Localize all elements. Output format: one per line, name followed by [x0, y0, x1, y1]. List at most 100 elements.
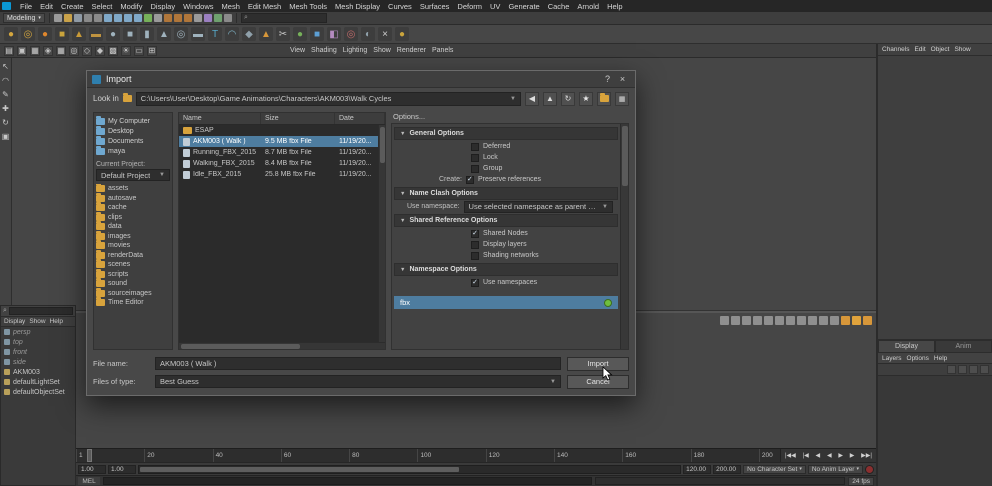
single-pane-layout-icon[interactable]: ▭	[134, 46, 144, 56]
polygon-torus-icon[interactable]: ◎	[174, 27, 188, 41]
namespace-dropdown[interactable]: Use selected namespace as parent and...▼	[464, 201, 613, 213]
polygon-cylinder-icon[interactable]: ▮	[140, 27, 154, 41]
lock-camera-icon[interactable]	[731, 316, 740, 325]
shadows-icon[interactable]	[852, 316, 861, 325]
status-search-field[interactable]: ⌕	[241, 13, 327, 23]
menu-edit-mesh[interactable]: Edit Mesh	[244, 2, 285, 11]
file-row-idle-fbx-2015[interactable]: Idle_FBX_201525.8 MB fbx File11/19/20...	[179, 169, 385, 180]
paint-selection-tool-icon[interactable]: ✎	[1, 90, 10, 99]
layer-tab-anim[interactable]: Anim	[935, 340, 992, 353]
menu-select[interactable]: Select	[88, 2, 117, 11]
option-preserve-references[interactable]: Create:✓Preserve references	[393, 174, 619, 185]
fps-indicator[interactable]: 24 fps	[848, 477, 874, 486]
column-header-size[interactable]: Size	[261, 113, 335, 124]
channel-box-menu-channels[interactable]: Channels	[882, 46, 909, 53]
file-row-esap[interactable]: ESAP	[179, 125, 385, 136]
select-by-component-icon[interactable]: ▦	[30, 46, 40, 56]
snap-to-grid-icon[interactable]	[104, 14, 112, 22]
checkbox-icon[interactable]	[471, 143, 479, 151]
section-header-namespace-options[interactable]: ▼Namespace Options	[394, 263, 618, 276]
project-folder-sourceimages[interactable]: sourceimages	[96, 289, 170, 299]
file-name-input[interactable]: AKM003 ( Walk )	[155, 357, 561, 370]
bevel-icon[interactable]: ◆	[242, 27, 256, 41]
animation-end-field[interactable]: 200.00	[713, 465, 741, 474]
menu-surfaces[interactable]: Surfaces	[416, 2, 454, 11]
option-display-layers[interactable]: Display layers	[393, 239, 619, 250]
toolbox-toggle-icon[interactable]	[224, 14, 232, 22]
render-settings-icon[interactable]	[194, 14, 202, 22]
back-button[interactable]: ◀	[525, 92, 539, 106]
menu-edit[interactable]: Edit	[36, 2, 57, 11]
nurbs-torus-icon[interactable]: ◎	[21, 27, 35, 41]
camera-attributes-icon[interactable]	[742, 316, 751, 325]
move-layer-down-icon[interactable]	[958, 365, 967, 374]
section-header-general-options[interactable]: ▼General Options	[394, 127, 618, 140]
multi-cut-icon[interactable]: ✂	[276, 27, 290, 41]
resolution-gate-icon[interactable]	[808, 316, 817, 325]
layer-menu-layers[interactable]: Layers	[882, 355, 902, 362]
select-tool-icon[interactable]: ↖	[1, 62, 10, 71]
menu-mesh-display[interactable]: Mesh Display	[331, 2, 384, 11]
command-language-toggle[interactable]: MEL	[78, 477, 100, 485]
ipr-render-icon[interactable]	[184, 14, 192, 22]
outliner-item-akm003[interactable]: AKM003	[1, 367, 75, 377]
command-line-input[interactable]	[103, 477, 592, 485]
project-folder-movies[interactable]: movies	[96, 241, 170, 251]
sweep-mesh-icon[interactable]: ◠	[225, 27, 239, 41]
menu-display[interactable]: Display	[147, 2, 180, 11]
create-layer-from-selected-icon[interactable]	[980, 365, 989, 374]
bookmark-documents[interactable]: Documents	[96, 136, 170, 146]
menu-create[interactable]: Create	[57, 2, 88, 11]
project-folder-cache[interactable]: cache	[96, 203, 170, 213]
range-slider[interactable]	[138, 465, 681, 474]
grid-toggle-icon[interactable]: ▦	[56, 46, 66, 56]
outliner-search-input[interactable]	[9, 307, 73, 315]
textured-icon[interactable]: ▩	[108, 46, 118, 56]
go-to-start-button[interactable]: |◀◀	[784, 452, 797, 459]
rotate-tool-icon[interactable]: ↻	[1, 118, 10, 127]
checkbox-icon[interactable]	[471, 252, 479, 260]
open-scene-icon[interactable]	[64, 14, 72, 22]
grid-icon[interactable]	[786, 316, 795, 325]
step-back-frame-button[interactable]: ◀	[815, 452, 822, 459]
mirror-icon[interactable]: ◧	[327, 27, 341, 41]
extrude-icon[interactable]: ▲	[259, 27, 273, 41]
redo-icon[interactable]	[94, 14, 102, 22]
lights-icon[interactable]	[841, 316, 850, 325]
channel-box-menu-object[interactable]: Object	[931, 46, 950, 53]
wireframe-icon[interactable]	[830, 316, 839, 325]
menu-generate[interactable]: Generate	[504, 2, 543, 11]
outliner-item-defaultobjectset[interactable]: defaultObjectSet	[1, 387, 75, 397]
project-folder-scenes[interactable]: scenes	[96, 260, 170, 270]
file-row-akm003-walk[interactable]: AKM003 ( Walk )9.5 MB fbx File11/19/20..…	[179, 136, 385, 147]
outliner-menu-show[interactable]: Show	[29, 318, 45, 325]
option-lock[interactable]: Lock	[393, 152, 619, 163]
project-folder-sound[interactable]: sound	[96, 279, 170, 289]
go-to-end-button[interactable]: ▶▶|	[860, 452, 873, 459]
playback-start-field[interactable]: 1.00	[108, 465, 136, 474]
checkbox-icon[interactable]	[471, 165, 479, 173]
file-list-vertical-scrollbar[interactable]	[378, 125, 385, 342]
boolean-icon[interactable]: ◐	[361, 27, 375, 41]
nurbs-cone-icon[interactable]: ▲	[72, 27, 86, 41]
soft-select-icon[interactable]: ●	[395, 27, 409, 41]
snap-to-plane-icon[interactable]	[134, 14, 142, 22]
project-folder-renderdata[interactable]: renderData	[96, 251, 170, 261]
menu-cache[interactable]: Cache	[544, 2, 574, 11]
image-plane-icon[interactable]	[764, 316, 773, 325]
cancel-button[interactable]: Cancel	[567, 375, 629, 389]
nurbs-circle-icon[interactable]: ●	[38, 27, 52, 41]
isolate-select-icon[interactable]: ◎	[69, 46, 79, 56]
import-button[interactable]: Import	[567, 357, 629, 371]
select-by-object-icon[interactable]: ▣	[17, 46, 27, 56]
snap-to-point-icon[interactable]	[124, 14, 132, 22]
channel-box-menu-edit[interactable]: Edit	[914, 46, 925, 53]
anim-layer-dropdown[interactable]: No Anim Layer ▾	[808, 465, 863, 474]
bookmark-maya[interactable]: maya	[96, 146, 170, 156]
layer-tab-display[interactable]: Display	[878, 340, 935, 353]
project-folder-images[interactable]: images	[96, 232, 170, 242]
bookmark-desktop[interactable]: Desktop	[96, 126, 170, 136]
menu-curves[interactable]: Curves	[384, 2, 416, 11]
layer-list[interactable]	[878, 376, 992, 486]
polygon-cone-icon[interactable]: ▲	[157, 27, 171, 41]
